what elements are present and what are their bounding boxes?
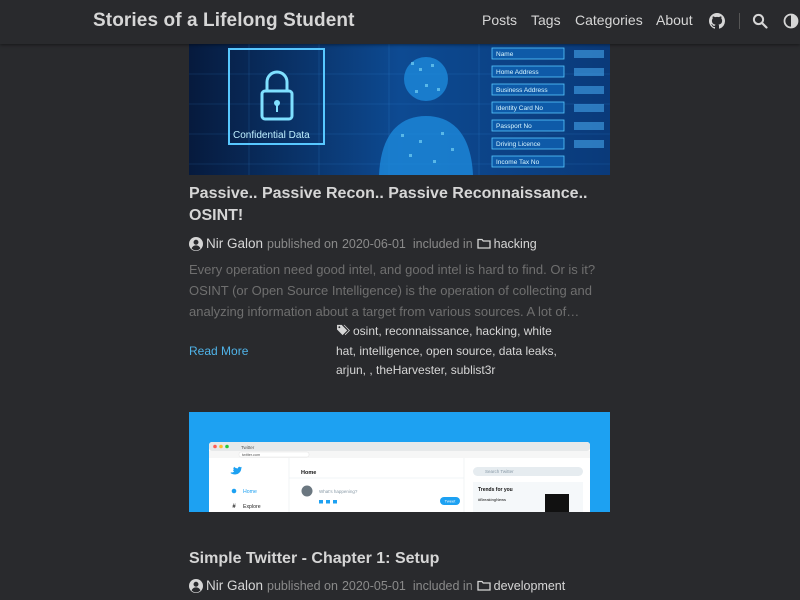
timeline-heading: Home bbox=[301, 470, 316, 476]
browser-url-text: twitter.com bbox=[242, 453, 260, 457]
nav-tags[interactable]: Tags bbox=[531, 12, 561, 28]
confidential-data-illustration: Confidential Data Name Home Address Busi… bbox=[189, 44, 610, 175]
image-field-text: Passport No bbox=[496, 123, 532, 130]
compose-placeholder: What's happening? bbox=[319, 489, 358, 494]
folder-icon bbox=[477, 238, 491, 249]
tweet-button-label: Tweet bbox=[445, 499, 457, 504]
nav-posts[interactable]: Posts bbox=[482, 12, 517, 28]
twitter-search-text: Search Twitter bbox=[485, 469, 514, 474]
confidential-label: Confidential Data bbox=[233, 130, 310, 141]
user-icon bbox=[189, 578, 203, 593]
nav-categories[interactable]: Categories bbox=[575, 12, 643, 28]
tag-list[interactable]: osint, reconnaissance, hacking, white ha… bbox=[336, 324, 557, 377]
trends-heading: Trends for you bbox=[478, 487, 513, 493]
published-label: published on bbox=[267, 578, 338, 593]
post-title[interactable]: Passive.. Passive Recon.. Passive Reconn… bbox=[189, 183, 610, 227]
post-category[interactable]: hacking bbox=[494, 237, 537, 251]
included-label: included in bbox=[412, 578, 473, 593]
post-date: 2020-06-01 bbox=[341, 236, 406, 251]
image-field-text: Name bbox=[496, 51, 514, 58]
twitter-screenshot-illustration: Twitter twitter.com Home # Explore Home … bbox=[189, 412, 610, 512]
post-meta: Nir Galon published on 2020-06-01 includ… bbox=[189, 236, 537, 251]
nav-about[interactable]: About bbox=[656, 12, 693, 28]
post-cover-image[interactable]: Confidential Data Name Home Address Busi… bbox=[189, 44, 610, 175]
github-icon[interactable] bbox=[709, 13, 725, 29]
twitter-menu-text: Explore bbox=[243, 504, 261, 510]
main-nav: Posts Tags Categories About bbox=[0, 12, 800, 32]
included-label: included in bbox=[412, 236, 473, 251]
post-cover-image[interactable]: Twitter twitter.com Home # Explore Home … bbox=[189, 412, 610, 512]
image-field-text: Identity Card No bbox=[496, 105, 543, 112]
image-field-text: Business Address bbox=[496, 87, 548, 94]
site-header: Stories of a Lifelong Student Posts Tags… bbox=[0, 0, 800, 44]
post-author[interactable]: Nir Galon bbox=[206, 236, 263, 251]
image-field-text: Driving Licence bbox=[496, 141, 541, 148]
twitter-menu-text: Home bbox=[243, 489, 257, 495]
search-icon[interactable] bbox=[752, 13, 768, 29]
image-field-text: Home Address bbox=[496, 69, 539, 76]
image-field-text: Income Tax No bbox=[496, 159, 540, 166]
folder-icon bbox=[477, 580, 491, 591]
theme-toggle-icon[interactable] bbox=[783, 13, 799, 29]
browser-tab-text: Twitter bbox=[241, 445, 255, 450]
post-title[interactable]: Simple Twitter - Chapter 1: Setup bbox=[189, 548, 610, 570]
post-date: 2020-05-01 bbox=[341, 578, 406, 593]
post-author[interactable]: Nir Galon bbox=[206, 578, 263, 593]
trend-tag: #BreakingNews bbox=[478, 497, 506, 502]
post-tags: osint, reconnaissance, hacking, white ha… bbox=[336, 322, 561, 381]
post-category[interactable]: development bbox=[494, 579, 566, 593]
read-more-link[interactable]: Read More bbox=[189, 344, 248, 358]
tags-icon bbox=[337, 324, 350, 336]
nav-divider bbox=[739, 13, 740, 29]
post-summary: Every operation need good intel, and goo… bbox=[189, 262, 596, 319]
post-meta: Nir Galon published on 2020-05-01 includ… bbox=[189, 578, 565, 593]
user-icon bbox=[189, 236, 203, 251]
published-label: published on bbox=[267, 236, 338, 251]
